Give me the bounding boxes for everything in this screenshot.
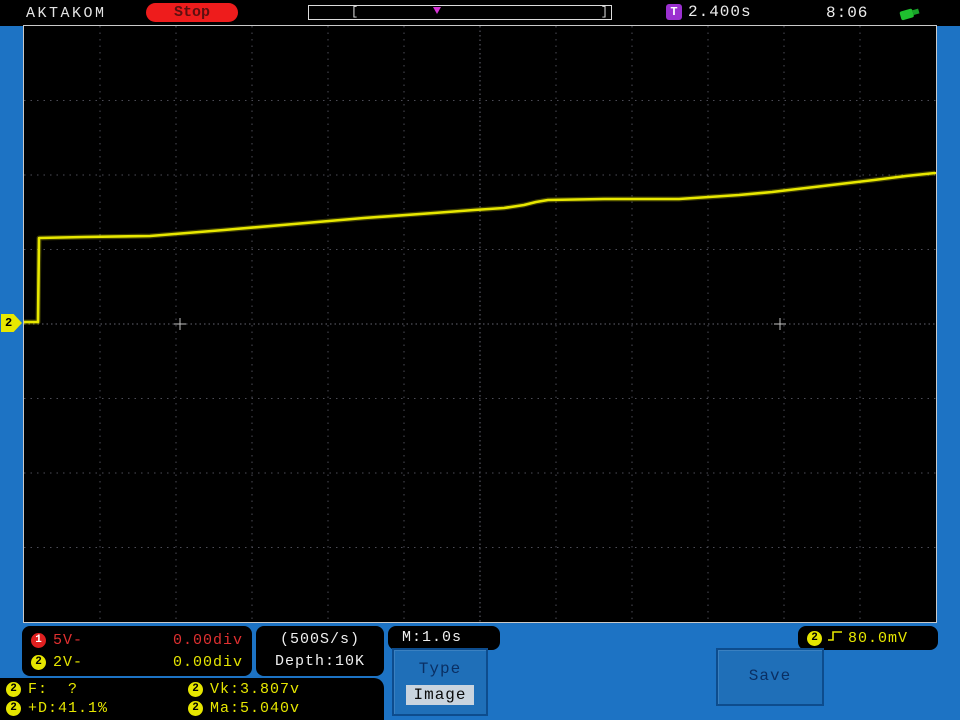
- measurement-duty: 2 +D:41.1%: [6, 699, 188, 718]
- ch1-position: 0.00div: [172, 631, 243, 649]
- measurement-frequency: 2 F: ?: [6, 680, 188, 699]
- type-button-label: Type: [418, 660, 462, 678]
- meas-badge: 2: [6, 701, 21, 716]
- meas-text: Ma:5.040v: [210, 700, 301, 717]
- meas-badge: 2: [188, 682, 203, 697]
- ch2-scale: 2V-: [53, 653, 84, 671]
- window-left-bracket: [: [351, 5, 359, 19]
- measurements-panel: 2 F: ? 2 Vk:3.807v 2 +D:41.1% 2 Ma:5.040…: [0, 678, 384, 720]
- trigger-source-badge: 2: [807, 630, 822, 646]
- type-button[interactable]: Type Image: [392, 648, 488, 716]
- meas-badge: 2: [188, 701, 203, 716]
- sample-rate: (500S/s): [279, 631, 360, 648]
- trigger-position-marker-icon[interactable]: [433, 7, 441, 14]
- acquisition-panel: (500S/s) Depth:10K: [256, 626, 384, 676]
- ch2-position-marker[interactable]: 2: [1, 314, 22, 332]
- save-button-label: Save: [748, 667, 792, 685]
- memory-depth: Depth:10K: [274, 653, 365, 670]
- meas-text: +D:41.1%: [28, 700, 109, 717]
- scope-graticule: [24, 26, 936, 622]
- ch2-position: 0.00div: [172, 653, 243, 671]
- trigger-icon: T: [666, 4, 682, 20]
- horizontal-position-bar[interactable]: [ ]: [308, 5, 612, 20]
- meas-text: F: ?: [28, 681, 79, 698]
- type-selected-value[interactable]: Image: [406, 685, 474, 705]
- ch1-badge: 1: [31, 632, 46, 648]
- trigger-level-value: 80.0mV: [848, 629, 909, 647]
- brand-label: AKTAKOM: [26, 5, 107, 22]
- clock: 8:06: [826, 4, 869, 22]
- meas-badge: 2: [6, 682, 21, 697]
- meas-text: Vk:3.807v: [210, 681, 301, 698]
- waveform-display: [23, 25, 937, 623]
- measurement-vk: 2 Vk:3.807v: [188, 680, 378, 699]
- window-right-bracket: ]: [600, 5, 608, 19]
- timebase-value: M:1.0s: [402, 629, 463, 646]
- ch1-scale: 5V-: [53, 631, 84, 649]
- timebase-panel: M:1.0s: [388, 626, 500, 650]
- top-status-bar: AKTAKOM Stop [ ] T 2.400s 8:06: [0, 0, 960, 26]
- ch2-marker-label: 2: [5, 316, 13, 330]
- rising-edge-icon: [827, 629, 843, 648]
- trigger-level-panel: 2 80.0mV: [798, 626, 938, 650]
- trigger-time-readout: T 2.400s: [666, 3, 752, 21]
- graticule-gridlines: [24, 26, 936, 622]
- trigger-time-value: 2.400s: [688, 3, 752, 21]
- ch2-readout: 2 2V- 0.00div: [31, 651, 243, 673]
- channel-readout-panel: 1 5V- 0.00div 2 2V- 0.00div: [22, 626, 252, 676]
- usb-icon: [898, 3, 924, 23]
- ch2-badge: 2: [31, 654, 46, 670]
- ch1-readout: 1 5V- 0.00div: [31, 629, 243, 651]
- run-stop-button[interactable]: Stop: [146, 3, 238, 22]
- measurement-ma: 2 Ma:5.040v: [188, 699, 378, 718]
- oscilloscope-screen: AKTAKOM Stop [ ] T 2.400s 8:06 2 1 5V- 0…: [0, 0, 960, 720]
- save-button[interactable]: Save: [716, 648, 824, 706]
